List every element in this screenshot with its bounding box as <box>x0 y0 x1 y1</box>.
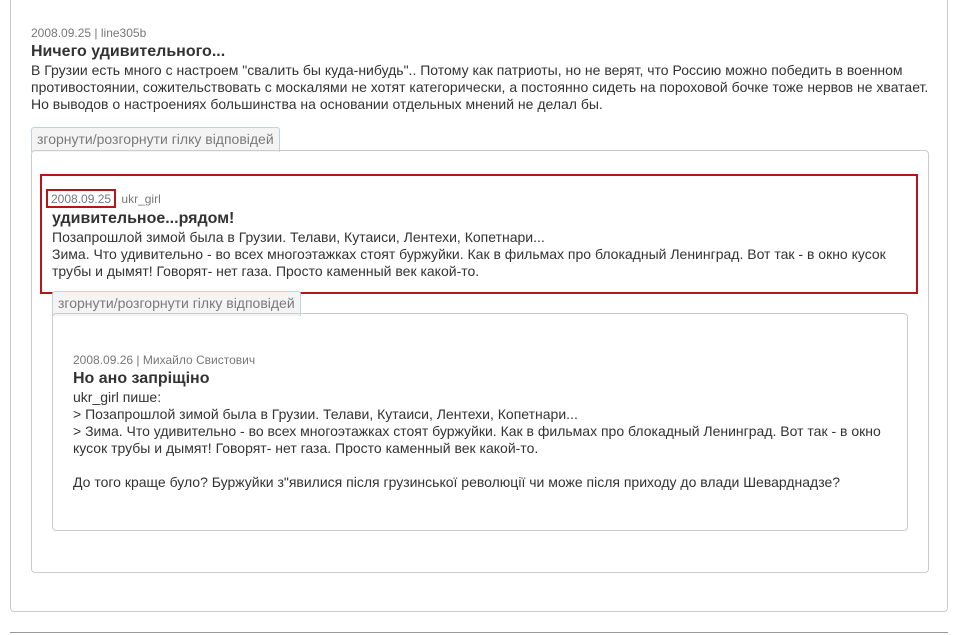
comment-ukr-girl: 2008.09.25 ukr_girl удивительное...рядом… <box>46 189 912 280</box>
comment-line305b: 2008.09.25 | line305b Ничего удивительно… <box>31 26 931 113</box>
comment-meta: 2008.09.25 | line305b <box>31 26 931 40</box>
comment-author[interactable]: Михайло Свистович <box>143 353 255 367</box>
toggle-replies-button[interactable]: згорнути/розгорнути гілку відповідей <box>31 127 280 152</box>
page-divider <box>10 632 948 633</box>
comment-title: Ничего удивительного... <box>31 43 226 60</box>
comment-date: 2008.09.25 <box>31 26 92 40</box>
comment-body: Позапрошлой зимой была в Грузии. Телави,… <box>52 229 886 279</box>
comment-date: 2008.09.25 <box>46 189 117 208</box>
comment-meta: 2008.09.26 | Михайло Свистович <box>73 353 883 367</box>
comment-title: Но ано запріщіно <box>73 370 210 387</box>
meta-separator: | <box>136 353 140 367</box>
comment-body: ukr_girl пише: > Позапрошлой зимой была … <box>73 389 881 490</box>
comment-mykhailo: 2008.09.26 | Михайло Свистович Но ано за… <box>73 353 883 491</box>
comment-meta: 2008.09.25 ukr_girl <box>46 189 912 208</box>
meta-separator: | <box>94 26 98 40</box>
comment-body: В Грузии есть много с настроем "свалить … <box>31 62 929 112</box>
comment-date: 2008.09.26 <box>73 353 134 367</box>
comment-author[interactable]: ukr_girl <box>121 192 160 206</box>
comment-author[interactable]: line305b <box>101 26 146 40</box>
comment-title: удивительное...рядом! <box>52 210 235 227</box>
